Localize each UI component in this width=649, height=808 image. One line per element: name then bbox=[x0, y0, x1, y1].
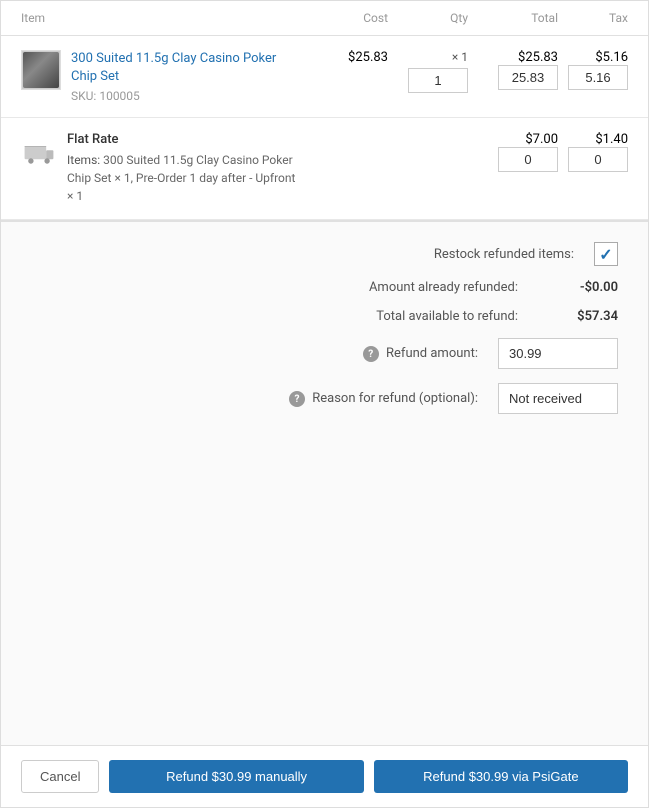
product-row: 300 Suited 11.5g Clay Casino Poker Chip … bbox=[1, 36, 648, 118]
shipping-icon-wrapper bbox=[21, 132, 57, 174]
truck-icon bbox=[21, 134, 57, 170]
product-tax-col: $5.16 bbox=[558, 50, 628, 90]
product-name-link[interactable]: 300 Suited 11.5g Clay Casino Poker Chip … bbox=[71, 51, 276, 84]
shipping-details: Flat Rate Items: 300 Suited 11.5g Clay C… bbox=[67, 132, 298, 205]
items-prefix: Items: bbox=[67, 153, 100, 167]
reason-label: ? Reason for refund (optional): bbox=[289, 391, 478, 408]
refund-gateway-button[interactable]: Refund $30.99 via PsiGate bbox=[374, 760, 628, 793]
refund-amount-row: ? Refund amount: bbox=[31, 338, 618, 369]
product-qty-display: × 1 bbox=[388, 50, 468, 64]
reason-row: ? Reason for refund (optional): bbox=[31, 383, 618, 414]
col-item-header: Item bbox=[21, 11, 298, 25]
refund-amount-label-text: Refund amount: bbox=[386, 346, 478, 361]
product-sku: SKU: 100005 bbox=[71, 89, 298, 103]
table-header: Item Cost Qty Total Tax bbox=[1, 1, 648, 36]
refund-amount-input[interactable] bbox=[498, 338, 618, 369]
product-details: 300 Suited 11.5g Clay Casino Poker Chip … bbox=[71, 50, 298, 103]
refund-amount-help-icon[interactable]: ? bbox=[363, 346, 379, 362]
product-cost: $25.83 bbox=[298, 50, 388, 65]
product-qty-col: × 1 bbox=[388, 50, 468, 93]
product-thumb-image bbox=[23, 52, 59, 88]
total-available-label: Total available to refund: bbox=[338, 309, 518, 324]
restock-row: Restock refunded items: ✓ bbox=[31, 242, 618, 266]
product-tax-display: $5.16 bbox=[558, 50, 628, 65]
restock-checkbox[interactable]: ✓ bbox=[594, 242, 618, 266]
shipping-total-col: $7.00 bbox=[468, 132, 558, 172]
total-available-row: Total available to refund: $57.34 bbox=[31, 309, 618, 324]
shipping-tax-display: $1.40 bbox=[558, 132, 628, 147]
reason-input[interactable] bbox=[498, 383, 618, 414]
product-info: 300 Suited 11.5g Clay Casino Poker Chip … bbox=[21, 50, 298, 103]
sku-label: SKU: bbox=[71, 89, 96, 103]
reason-label-text: Reason for refund (optional): bbox=[312, 391, 478, 406]
shipping-total-input[interactable] bbox=[498, 147, 558, 172]
product-qty-input[interactable] bbox=[408, 68, 468, 93]
col-cost-header: Cost bbox=[298, 11, 388, 25]
col-qty-header: Qty bbox=[388, 11, 468, 25]
total-available-value: $57.34 bbox=[538, 309, 618, 324]
reason-help-icon[interactable]: ? bbox=[289, 391, 305, 407]
shipping-tax-input[interactable] bbox=[568, 147, 628, 172]
summary-section: Restock refunded items: ✓ Amount already… bbox=[1, 221, 648, 745]
amount-refunded-label: Amount already refunded: bbox=[338, 280, 518, 295]
cancel-button[interactable]: Cancel bbox=[21, 760, 99, 793]
product-thumbnail bbox=[21, 50, 61, 90]
refund-manual-button[interactable]: Refund $30.99 manually bbox=[109, 760, 363, 793]
shipping-items-text: 300 Suited 11.5g Clay Casino Poker Chip … bbox=[67, 153, 295, 203]
col-total-header: Total bbox=[468, 11, 558, 25]
sku-value: 100005 bbox=[99, 89, 139, 103]
footer-bar: Cancel Refund $30.99 manually Refund $30… bbox=[1, 745, 648, 807]
shipping-total-display: $7.00 bbox=[468, 132, 558, 147]
refund-modal: Item Cost Qty Total Tax 300 Suited 11.5g… bbox=[0, 0, 649, 808]
shipping-label: Flat Rate bbox=[67, 132, 298, 147]
amount-refunded-value: -$0.00 bbox=[538, 280, 618, 295]
shipping-row: Flat Rate Items: 300 Suited 11.5g Clay C… bbox=[1, 118, 648, 220]
amount-refunded-row: Amount already refunded: -$0.00 bbox=[31, 280, 618, 295]
checkmark-icon: ✓ bbox=[599, 245, 612, 264]
shipping-info: Flat Rate Items: 300 Suited 11.5g Clay C… bbox=[21, 132, 298, 205]
col-tax-header: Tax bbox=[558, 11, 628, 25]
product-total-display: $25.83 bbox=[468, 50, 558, 65]
refund-amount-label: ? Refund amount: bbox=[298, 346, 478, 363]
shipping-tax-col: $1.40 bbox=[558, 132, 628, 172]
restock-label: Restock refunded items: bbox=[394, 247, 574, 262]
product-total-input[interactable] bbox=[498, 65, 558, 90]
shipping-items-label: Items: 300 Suited 11.5g Clay Casino Poke… bbox=[67, 151, 298, 205]
product-total-col: $25.83 bbox=[468, 50, 558, 90]
product-tax-input[interactable] bbox=[568, 65, 628, 90]
